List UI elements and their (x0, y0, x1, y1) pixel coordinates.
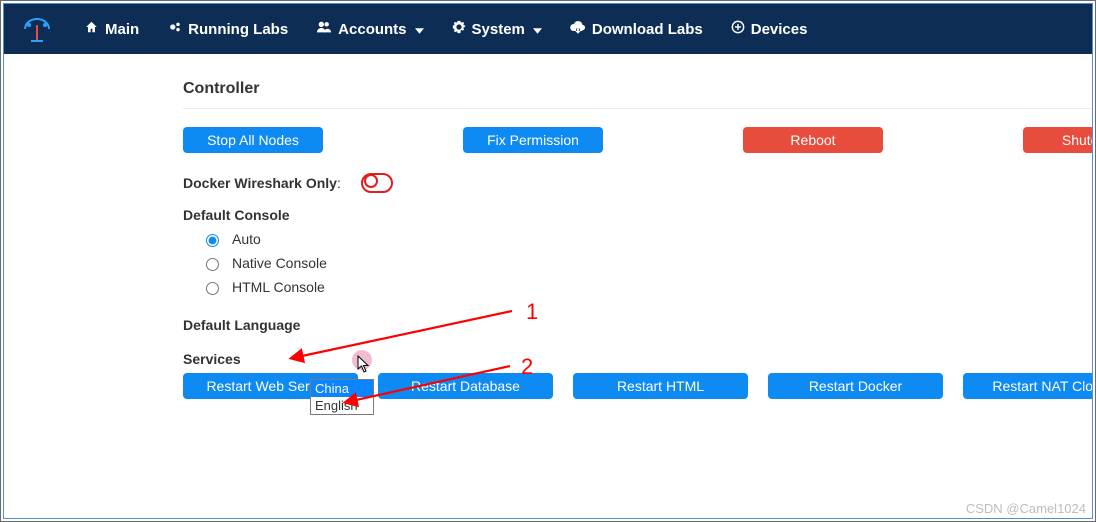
users-icon (316, 20, 332, 38)
nav-label: Devices (751, 21, 808, 38)
nav-accounts[interactable]: Accounts (302, 4, 437, 54)
nav-system[interactable]: System (438, 4, 556, 54)
brand-logo[interactable] (4, 4, 70, 54)
panel-title: Controller (183, 80, 1093, 98)
nav-label: Running Labs (188, 21, 288, 38)
language-dropdown[interactable]: China English (310, 379, 374, 415)
radio-input[interactable] (206, 282, 219, 295)
restart-html-console-button[interactable]: Restart HTML Console (573, 373, 748, 399)
console-option-native[interactable]: Native Console (201, 255, 1093, 271)
docker-wireshark-row: Docker Wireshark Only: (183, 173, 1093, 193)
console-option-auto[interactable]: Auto (201, 231, 1093, 247)
home-icon (84, 20, 99, 38)
cloud-download-icon (570, 21, 586, 38)
watermark: CSDN @Camel1024 (966, 501, 1086, 516)
gear-icon (452, 20, 466, 38)
radio-input[interactable] (206, 234, 219, 247)
top-navbar: Main Running Labs Accounts System Downlo… (4, 4, 1092, 54)
caret-down-icon (533, 21, 542, 38)
colon: : (337, 175, 341, 191)
controller-panel: Controller Stop All Nodes Fix Permission… (164, 64, 1093, 430)
divider (183, 108, 1093, 109)
restart-database-service-button[interactable]: Restart Database Service (378, 373, 553, 399)
plus-circle-icon (731, 20, 745, 38)
docker-wireshark-toggle[interactable] (361, 173, 393, 193)
language-option-china[interactable]: China (311, 380, 373, 397)
option-label: HTML Console (232, 279, 325, 295)
nav-running-labs[interactable]: Running Labs (153, 4, 302, 54)
nav-label: Accounts (338, 21, 406, 38)
stop-all-nodes-button[interactable]: Stop All Nodes (183, 127, 323, 153)
console-option-html[interactable]: HTML Console (201, 279, 1093, 295)
nav-main[interactable]: Main (70, 4, 153, 54)
default-console-group: Auto Native Console HTML Console (183, 231, 1093, 295)
option-label: Native Console (232, 255, 327, 271)
reboot-button[interactable]: Reboot (743, 127, 883, 153)
restart-nat-cloud-button[interactable]: Restart NAT Cloud (963, 373, 1093, 399)
fix-permission-button[interactable]: Fix Permission (463, 127, 603, 153)
nav-download-labs[interactable]: Download Labs (556, 4, 717, 54)
nav-label: System (472, 21, 525, 38)
default-console-heading: Default Console (183, 207, 1093, 223)
default-language-heading: Default Language (183, 317, 1093, 333)
nav-devices[interactable]: Devices (717, 4, 822, 54)
nav-label: Main (105, 21, 139, 38)
nav-label: Download Labs (592, 21, 703, 38)
caret-down-icon (415, 21, 424, 38)
option-label: Auto (232, 231, 261, 247)
services-heading: Services (183, 351, 1093, 367)
shutdown-button[interactable]: Shutdown (1023, 127, 1093, 153)
field-label: Docker Wireshark Only (183, 175, 337, 191)
language-option-english[interactable]: English (311, 397, 373, 414)
controller-actions-row: Stop All Nodes Fix Permission Reboot Shu… (183, 127, 1093, 153)
radio-input[interactable] (206, 258, 219, 271)
restart-docker-service-button[interactable]: Restart Docker Service (768, 373, 943, 399)
cogs-icon (167, 20, 182, 38)
